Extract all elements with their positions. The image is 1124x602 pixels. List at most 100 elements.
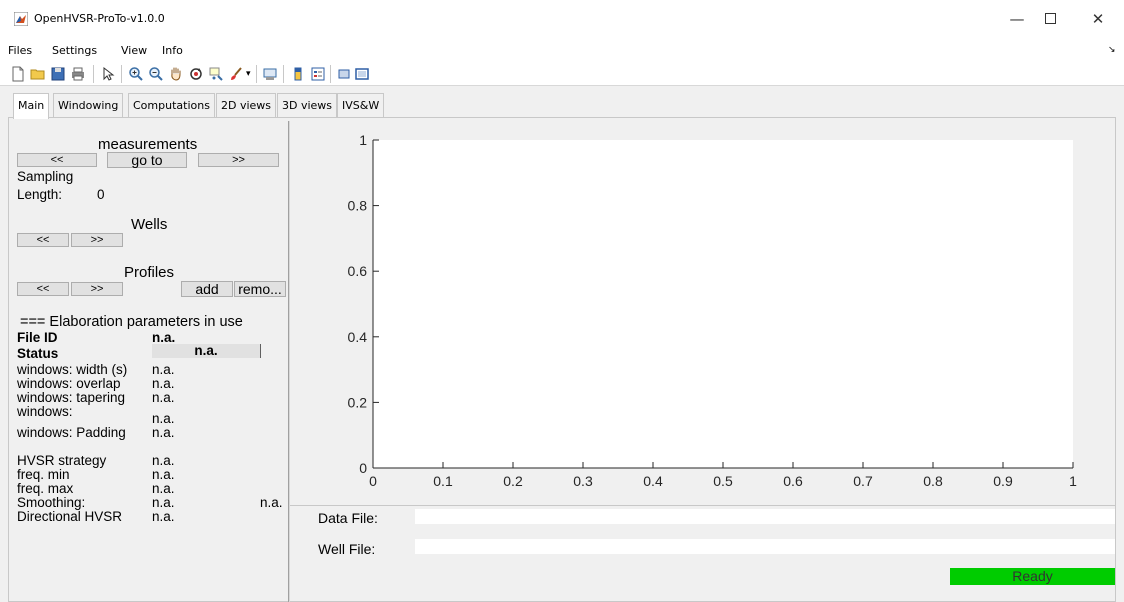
maximize-button[interactable]	[1038, 8, 1062, 30]
minimize-button[interactable]: —	[1005, 8, 1029, 30]
toolbar-separator	[256, 65, 257, 83]
measurement-next-button[interactable]: >>	[198, 153, 279, 167]
elaboration-params-header: === Elaboration parameters in use	[20, 314, 243, 330]
x-tick-label: 0	[369, 473, 377, 489]
menu-overflow-icon[interactable]: ↘	[1108, 44, 1116, 55]
y-tick-label: 0.6	[348, 263, 368, 279]
y-tick-label: 0.4	[348, 329, 368, 345]
x-tick-label: 0.9	[993, 473, 1013, 489]
wells-heading: Wells	[131, 216, 168, 233]
maximize-icon	[1044, 13, 1056, 24]
file-id-value: n.a.	[152, 330, 176, 345]
well-prev-button[interactable]: <<	[17, 233, 69, 247]
toolbar: ▾	[0, 62, 1124, 86]
measurement-prev-button[interactable]: <<	[17, 153, 97, 167]
tab-2d-views[interactable]: 2D views	[216, 93, 277, 118]
panel-divider[interactable]	[288, 121, 290, 602]
x-tick-label: 0.2	[503, 473, 523, 489]
hide-plot-tools-icon[interactable]	[336, 66, 352, 82]
show-plot-tools-icon[interactable]	[354, 66, 370, 82]
save-icon[interactable]	[50, 66, 66, 82]
windows-width-label: windows: width (s)	[17, 362, 128, 377]
well-file-field	[415, 539, 1115, 554]
sampling-label: Sampling	[17, 169, 74, 184]
status-label: Status	[17, 346, 59, 361]
profile-add-button[interactable]: add	[181, 281, 233, 297]
title-bar: OpenHVSR-ProTo-v1.0.0 — ✕	[0, 0, 1124, 38]
toolbar-separator	[93, 65, 94, 83]
status-ready-indicator: Ready	[950, 568, 1115, 585]
tab-windowing[interactable]: Windowing	[53, 93, 124, 118]
windows-overlap-label: windows: overlap	[17, 376, 121, 391]
open-folder-icon[interactable]	[30, 66, 46, 82]
tab-3d-views[interactable]: 3D views	[277, 93, 338, 118]
y-tick-label: 0.8	[348, 198, 368, 214]
x-tick-label: 0.7	[853, 473, 873, 489]
smoothing-value-secondary: n.a.	[260, 495, 283, 510]
file-id-label: File ID	[17, 330, 58, 345]
x-tick-label: 1	[1069, 473, 1077, 489]
zoom-in-icon[interactable]	[128, 66, 144, 82]
hvsr-strategy-label: HVSR strategy	[17, 453, 107, 468]
directional-hvsr-label: Directional HVSR	[17, 509, 123, 524]
brush-icon[interactable]	[228, 66, 244, 82]
link-icon[interactable]	[262, 66, 278, 82]
measurements-heading: measurements	[98, 136, 198, 153]
brush-dropdown-icon[interactable]: ▾	[246, 68, 251, 79]
well-file-label: Well File:	[318, 541, 376, 557]
data-file-field	[415, 509, 1115, 524]
windows-tapering-value: n.a.	[152, 390, 175, 405]
hvsr-strategy-value: n.a.	[152, 453, 175, 468]
x-tick-label: 0.6	[783, 473, 803, 489]
windows-padding-value: n.a.	[152, 425, 175, 440]
close-button[interactable]: ✕	[1086, 8, 1110, 30]
toolbar-separator	[330, 65, 331, 83]
profile-prev-button[interactable]: <<	[17, 282, 69, 296]
x-tick-label: 0.8	[923, 473, 943, 489]
select-arrow-icon[interactable]	[100, 66, 116, 82]
toolbar-separator	[121, 65, 122, 83]
windows-blank-value: n.a.	[152, 411, 175, 426]
freq-max-value: n.a.	[152, 481, 175, 496]
length-value: 0	[97, 187, 105, 202]
profiles-heading: Profiles	[124, 264, 175, 281]
data-cursor-icon[interactable]	[208, 66, 224, 82]
rotate-icon[interactable]	[188, 66, 204, 82]
new-file-icon[interactable]	[10, 66, 26, 82]
zoom-out-icon[interactable]	[148, 66, 164, 82]
print-icon[interactable]	[70, 66, 86, 82]
directional-hvsr-value: n.a.	[152, 509, 175, 524]
data-file-label: Data File:	[318, 510, 378, 526]
toolbar-separator	[283, 65, 284, 83]
tab-main[interactable]: Main	[13, 93, 50, 119]
colorbar-icon[interactable]	[290, 66, 306, 82]
smoothing-value: n.a.	[152, 495, 175, 510]
menu-files[interactable]: Files	[8, 44, 32, 57]
freq-max-label: freq. max	[17, 481, 74, 496]
measurement-goto-button[interactable]: go to	[107, 152, 187, 168]
tab-computations[interactable]: Computations	[128, 93, 215, 118]
hvsr-plot-axes[interactable]: 0 0.1 0.2 0.3 0.4 0.5 0.6 0.7 0.8 0.9 1 0 0.2 0.4 0.6 0…	[300, 128, 1090, 498]
menu-info[interactable]: Info	[162, 44, 183, 57]
status-value-box: n.a.	[152, 344, 261, 358]
plot-area	[373, 140, 1073, 468]
profile-remove-button[interactable]: remo...	[234, 281, 286, 297]
windows-width-value: n.a.	[152, 362, 175, 377]
well-next-button[interactable]: >>	[71, 233, 123, 247]
freq-min-label: freq. min	[17, 467, 70, 482]
menu-view[interactable]: View	[121, 44, 147, 57]
profile-next-button[interactable]: >>	[71, 282, 123, 296]
y-tick-label: 0	[359, 460, 367, 476]
windows-overlap-value: n.a.	[152, 376, 175, 391]
windows-tapering-label: windows: tapering	[17, 390, 126, 405]
windows-padding-label: windows: Padding	[17, 425, 126, 440]
pan-hand-icon[interactable]	[168, 66, 184, 82]
legend-icon[interactable]	[310, 66, 326, 82]
y-tick-label: 0.2	[348, 394, 368, 410]
window-title: OpenHVSR-ProTo-v1.0.0	[34, 12, 165, 25]
tab-ivsw[interactable]: IVS&W	[337, 93, 385, 118]
smoothing-label: Smoothing:	[17, 495, 86, 510]
x-tick-label: 0.3	[573, 473, 593, 489]
length-label: Length:	[17, 187, 63, 202]
menu-settings[interactable]: Settings	[52, 44, 97, 57]
